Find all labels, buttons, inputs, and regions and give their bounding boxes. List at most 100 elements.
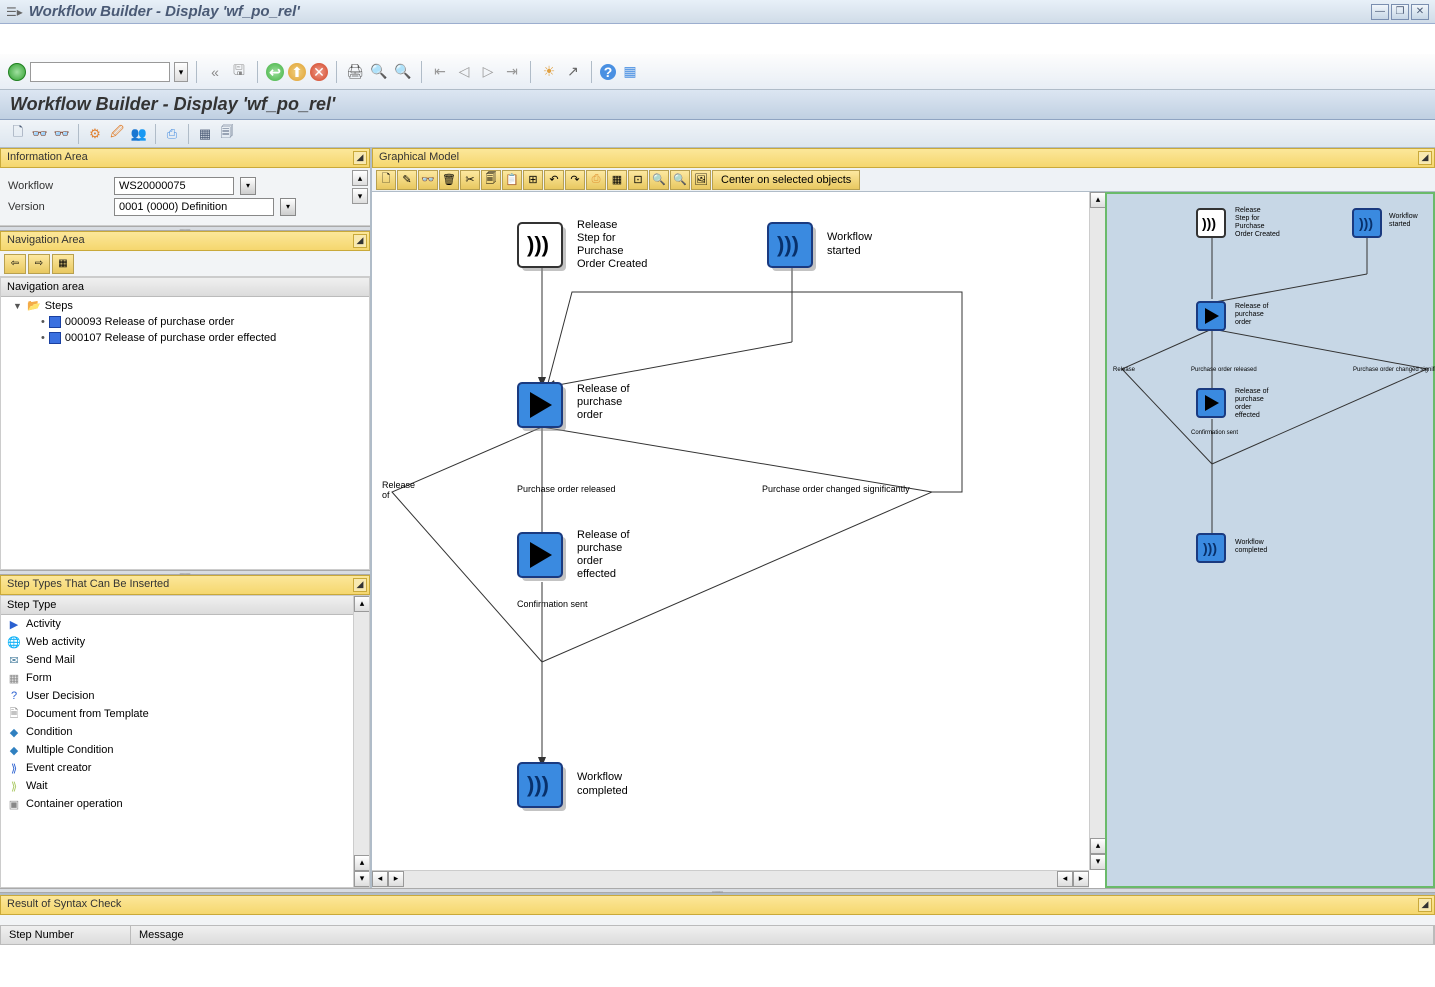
next-page-icon[interactable]: ▷ xyxy=(478,62,498,82)
prev-page-icon[interactable]: ◁ xyxy=(454,62,474,82)
menu-icon[interactable]: ☰▸ xyxy=(6,5,23,19)
enter-button[interactable] xyxy=(8,63,26,81)
collapse-nav-icon[interactable]: ◢ xyxy=(353,234,367,248)
steptype-item-6[interactable]: ◆Condition xyxy=(1,723,369,741)
display-change-icon[interactable]: 👓 xyxy=(30,124,50,144)
command-dropdown[interactable]: ▾ xyxy=(174,62,188,82)
cancel-icon[interactable]: ✕ xyxy=(310,63,328,81)
steptypes-scroll-pgup[interactable]: ▴ xyxy=(354,855,370,871)
steptype-item-4[interactable]: ?User Decision xyxy=(1,687,369,705)
nav-next-button[interactable]: ⇨ xyxy=(28,254,50,274)
center-selected-button[interactable]: Center on selected objects xyxy=(712,170,860,190)
steptype-item-5[interactable]: 🗎Document from Template xyxy=(1,705,369,723)
steptype-item-1[interactable]: 🌐Web activity xyxy=(1,633,369,651)
gm-print-icon[interactable]: ⎙ xyxy=(586,170,606,190)
version-dropdown[interactable]: ▾ xyxy=(280,198,296,216)
steptype-item-7[interactable]: ◆Multiple Condition xyxy=(1,741,369,759)
minimize-button[interactable]: — xyxy=(1371,4,1389,20)
collapse-info-icon[interactable]: ◢ xyxy=(353,151,367,165)
workflow-input[interactable] xyxy=(114,177,234,195)
collapse-steptypes-icon[interactable]: ◢ xyxy=(353,578,367,592)
workflow-canvas[interactable]: ))) Release Step for Purchase Order Crea… xyxy=(372,192,1105,888)
steptype-icon: ✉ xyxy=(7,653,21,667)
gm-delete-icon[interactable]: 🗑 xyxy=(439,170,459,190)
nav-prev-button[interactable]: ⇦ xyxy=(4,254,26,274)
details-icon[interactable]: ▦ xyxy=(195,124,215,144)
first-page-icon[interactable]: ⇤ xyxy=(430,62,450,82)
info-scroll-up[interactable]: ▴ xyxy=(352,170,368,186)
canvas-scroll-right[interactable]: ▸ xyxy=(1073,871,1089,887)
gm-copy-icon[interactable]: 🗐 xyxy=(481,170,501,190)
tree-expand-icon[interactable]: ▼ xyxy=(13,301,23,311)
canvas-scroll-left[interactable]: ◂ xyxy=(372,871,388,887)
canvas-scroll-up[interactable]: ▴ xyxy=(1090,192,1105,208)
steptype-item-2[interactable]: ✉Send Mail xyxy=(1,651,369,669)
back-icon[interactable]: ↩ xyxy=(266,63,284,81)
canvas-vscroll[interactable]: ▴ ▴ ▾ xyxy=(1089,192,1105,870)
steptypes-scroll-down[interactable]: ▾ xyxy=(354,871,370,887)
info-scroll-down[interactable]: ▾ xyxy=(352,188,368,204)
nav-overview-button[interactable]: ▦ xyxy=(52,254,74,274)
svg-text:))): ))) xyxy=(527,232,549,257)
gm-zoomin-icon[interactable]: 🔍 xyxy=(649,170,669,190)
container-icon[interactable]: 🗐 xyxy=(217,124,237,144)
gm-paste-icon[interactable]: 📋 xyxy=(502,170,522,190)
gm-redo-icon[interactable]: ↷ xyxy=(565,170,585,190)
find-icon[interactable]: 🔍 xyxy=(369,62,389,82)
steptype-item-3[interactable]: ▦Form xyxy=(1,669,369,687)
gm-align-icon[interactable]: ▦ xyxy=(607,170,627,190)
steptype-item-0[interactable]: ▶Activity xyxy=(1,615,369,633)
glasses-icon[interactable]: 👓 xyxy=(52,124,72,144)
command-field[interactable] xyxy=(30,62,170,82)
print-icon[interactable]: 🖨 xyxy=(345,62,365,82)
collapse-icon[interactable]: « xyxy=(205,62,225,82)
graphical-toolbar: 🗋 ✎ 👓 🗑 ✂ 🗐 📋 ⊞ ↶ ↷ ⎙ ▦ ⊡ 🔍 🔍 🖼 Center o… xyxy=(372,168,1435,192)
save-icon[interactable]: 🖫 xyxy=(229,62,249,82)
navigation-tree[interactable]: Navigation area ▼ 📂 Steps • 000093 Relea… xyxy=(0,277,370,570)
find-next-icon[interactable]: 🔍 xyxy=(393,62,413,82)
gm-cut-icon[interactable]: ✂ xyxy=(460,170,480,190)
exit-icon[interactable]: ⬆ xyxy=(288,63,306,81)
where-used-icon[interactable]: ⎙ xyxy=(162,124,182,144)
help-icon[interactable]: ? xyxy=(600,64,616,80)
steptype-icon: ◆ xyxy=(7,743,21,757)
steptypes-scroll-up[interactable]: ▴ xyxy=(354,596,370,612)
gm-edit-icon[interactable]: ✎ xyxy=(397,170,417,190)
gm-undo-icon[interactable]: ↶ xyxy=(544,170,564,190)
new-session-icon[interactable]: ☀ xyxy=(539,62,559,82)
steptype-item-10[interactable]: ▣Container operation xyxy=(1,795,369,813)
svg-text:Purchase order changed signifi: Purchase order changed significantly xyxy=(762,484,910,494)
shortcut-icon[interactable]: ↗ xyxy=(563,62,583,82)
canvas-scroll-pgup[interactable]: ▴ xyxy=(1090,838,1105,854)
gm-zoomout-icon[interactable]: 🔍 xyxy=(670,170,690,190)
version-input[interactable] xyxy=(114,198,274,216)
close-button[interactable]: ✕ xyxy=(1411,4,1429,20)
canvas-hscroll[interactable]: ◂ ▸ ◂ ▸ xyxy=(372,870,1089,888)
collapse-syntax-icon[interactable]: ◢ xyxy=(1418,898,1432,912)
gm-glasses-icon[interactable]: 👓 xyxy=(418,170,438,190)
canvas-scroll-down[interactable]: ▾ xyxy=(1090,854,1105,870)
tree-item-000093[interactable]: • 000093 Release of purchase order xyxy=(37,314,369,330)
tree-root-steps[interactable]: ▼ 📂 Steps xyxy=(9,297,369,314)
check-icon[interactable]: ⚙ xyxy=(85,124,105,144)
steptype-item-8[interactable]: ⟫Event creator xyxy=(1,759,369,777)
last-page-icon[interactable]: ⇥ xyxy=(502,62,522,82)
workflow-dropdown[interactable]: ▾ xyxy=(240,177,256,195)
canvas-scroll-right2[interactable]: ◂ xyxy=(1057,871,1073,887)
steptype-item-9[interactable]: ⟫Wait xyxy=(1,777,369,795)
maximize-button[interactable]: ❐ xyxy=(1391,4,1409,20)
canvas-scroll-left2[interactable]: ▸ xyxy=(388,871,404,887)
activate-icon[interactable]: 🖉 xyxy=(107,124,127,144)
collapse-graphical-icon[interactable]: ◢ xyxy=(1418,151,1432,165)
workflow-overview[interactable]: ))) Release Step for Purchase Order Crea… xyxy=(1105,192,1435,888)
layout-icon[interactable]: ▦ xyxy=(620,62,640,82)
information-area: Workflow ▾ Version ▾ ▴ ▾ xyxy=(0,168,370,226)
gm-fit-icon[interactable]: ⊡ xyxy=(628,170,648,190)
gm-hierarchy-icon[interactable]: ⊞ xyxy=(523,170,543,190)
gm-image-icon[interactable]: 🖼 xyxy=(691,170,711,190)
create-icon[interactable]: 🗋 xyxy=(8,124,28,144)
gm-new-icon[interactable]: 🗋 xyxy=(376,170,396,190)
test-icon[interactable]: 👥 xyxy=(129,124,149,144)
tree-item-000107[interactable]: • 000107 Release of purchase order effec… xyxy=(37,330,369,346)
graphical-model-header: Graphical Model ◢ xyxy=(372,148,1435,168)
